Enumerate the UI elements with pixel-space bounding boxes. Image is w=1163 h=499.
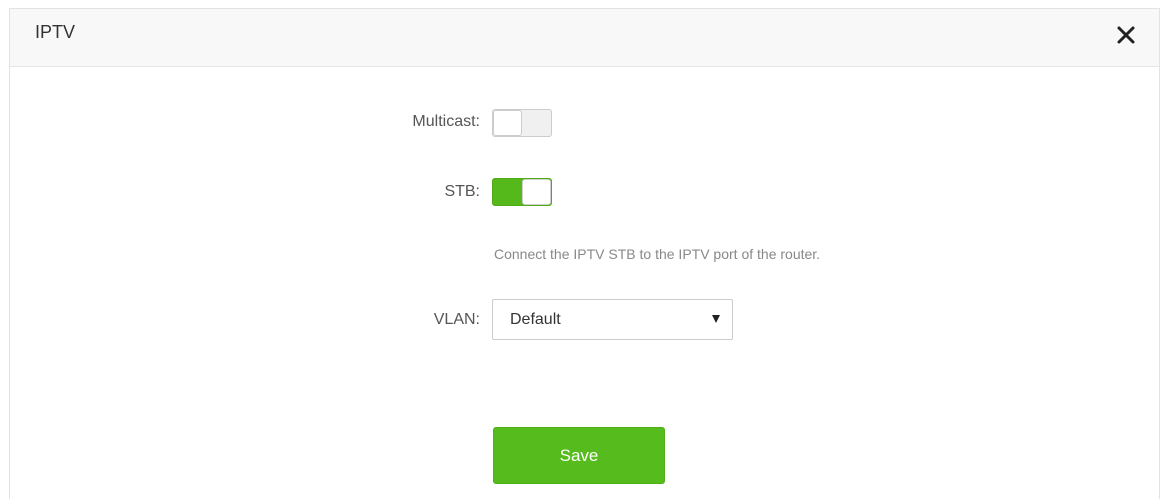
- toggle-knob: [493, 110, 522, 136]
- toggle-fill: [496, 182, 520, 202]
- vlan-selected-value: Default: [510, 311, 561, 328]
- save-button[interactable]: Save: [493, 427, 665, 484]
- close-icon[interactable]: [1113, 22, 1139, 48]
- stb-label: STB:: [444, 183, 480, 200]
- dialog-header: IPTV: [10, 9, 1159, 67]
- vlan-select[interactable]: Default: [492, 299, 733, 340]
- stb-hint: Connect the IPTV STB to the IPTV port of…: [494, 246, 821, 262]
- toggle-knob: [522, 179, 551, 205]
- dropdown-arrow-icon: [712, 315, 720, 323]
- stb-toggle[interactable]: [492, 178, 552, 206]
- vlan-label: VLAN:: [433, 311, 480, 328]
- iptv-dialog: IPTV Multicast: STB: Connect the IPTV ST…: [9, 8, 1160, 499]
- dialog-title: IPTV: [35, 22, 76, 42]
- multicast-toggle[interactable]: [492, 109, 552, 137]
- multicast-label: Multicast:: [412, 113, 480, 130]
